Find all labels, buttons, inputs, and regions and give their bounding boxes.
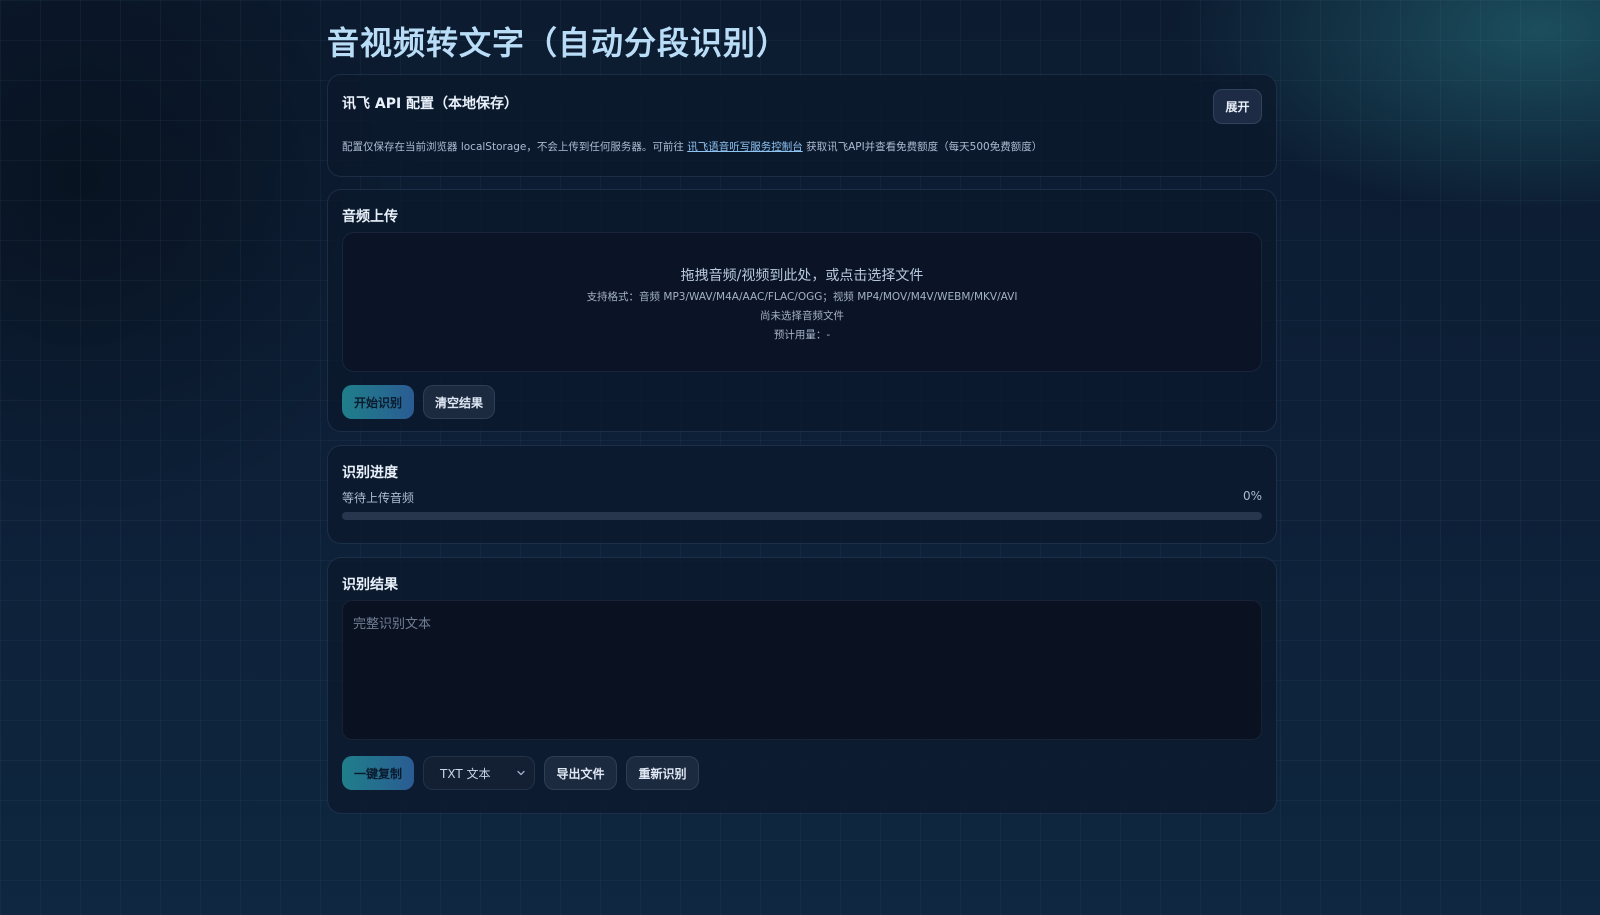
upload-title: 音频上传 xyxy=(342,209,398,225)
api-note-prefix: 配置仅保存在当前浏览器 localStorage，不会上传到任何服务器。可前往 xyxy=(342,141,688,153)
progress-title: 识别进度 xyxy=(342,465,398,481)
dropzone-instruction: 拖拽音频/视频到此处，或点击选择文件 xyxy=(680,268,924,284)
console-link[interactable]: 讯飞语音听写服务控制台 xyxy=(687,141,803,153)
api-config-note: 配置仅保存在当前浏览器 localStorage，不会上传到任何服务器。可前往 … xyxy=(342,139,1042,154)
export-format-value: TXT 文本 xyxy=(440,766,491,781)
page-title: 音视频转文字（自动分段识别） xyxy=(327,24,790,62)
start-recognition-button[interactable]: 开始识别 xyxy=(342,385,414,419)
re-recognize-button[interactable]: 重新识别 xyxy=(626,756,699,790)
file-status: 尚未选择音频文件 xyxy=(760,310,844,322)
estimated-usage: 预计用量：- xyxy=(773,329,831,341)
progress-card: 识别进度 等待上传音频 0% xyxy=(327,445,1277,544)
export-file-button[interactable]: 导出文件 xyxy=(544,756,617,790)
file-dropzone[interactable]: 拖拽音频/视频到此处，或点击选择文件 支持格式：音频 MP3/WAV/M4A/A… xyxy=(342,232,1262,372)
expand-button[interactable]: 展开 xyxy=(1213,89,1262,124)
api-config-title: 讯飞 API 配置（本地保存） xyxy=(342,96,519,112)
result-title: 识别结果 xyxy=(342,577,398,593)
api-config-card: 讯飞 API 配置（本地保存） 展开 配置仅保存在当前浏览器 localStor… xyxy=(327,74,1277,177)
api-note-suffix: 获取讯飞API并查看免费额度（每天500免费额度） xyxy=(802,141,1043,153)
copy-button[interactable]: 一键复制 xyxy=(342,756,414,790)
clear-results-button[interactable]: 清空结果 xyxy=(423,385,495,419)
result-textarea[interactable] xyxy=(342,600,1262,740)
progress-bar xyxy=(342,512,1262,520)
supported-formats: 支持格式：音频 MP3/WAV/M4A/AAC/FLAC/OGG；视频 MP4/… xyxy=(586,291,1018,303)
export-format-select[interactable]: TXT 文本 xyxy=(423,756,535,790)
result-card: 识别结果 一键复制 TXT 文本 导出文件 重新识别 xyxy=(327,557,1277,814)
upload-card: 音频上传 拖拽音频/视频到此处，或点击选择文件 支持格式：音频 MP3/WAV/… xyxy=(327,189,1277,432)
progress-percent: 0% xyxy=(1242,489,1262,503)
progress-status: 等待上传音频 xyxy=(342,491,415,505)
chevron-down-icon xyxy=(517,770,525,776)
